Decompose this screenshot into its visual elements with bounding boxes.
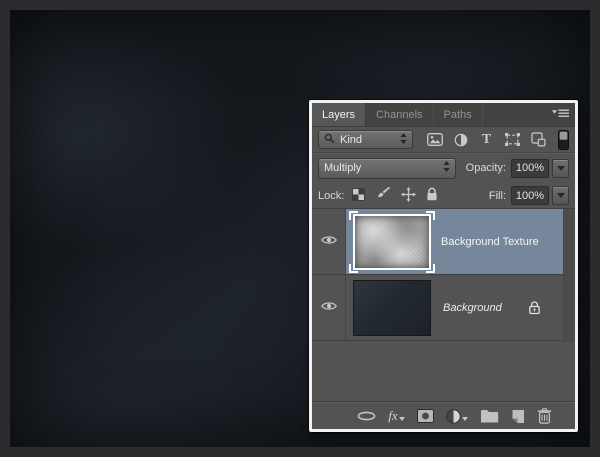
blend-mode-select[interactable]: Multiply	[318, 158, 456, 179]
layers-list: Background Texture Background	[312, 209, 575, 401]
fill-value-field[interactable]: 100%	[511, 186, 549, 205]
texture-thumbnail-image	[353, 214, 431, 270]
smart-objects-filter-icon[interactable]	[530, 132, 547, 147]
filter-row: Kind T	[312, 127, 575, 153]
filter-kind-value: Kind	[340, 134, 362, 146]
blend-mode-value: Multiply	[324, 162, 361, 174]
fill-dropdown-button[interactable]	[552, 186, 569, 205]
filter-icon-group: T	[426, 132, 547, 147]
new-adjustment-layer-icon[interactable]	[446, 409, 468, 424]
adjustment-layers-filter-icon[interactable]	[452, 133, 469, 147]
add-layer-mask-icon[interactable]	[417, 409, 434, 423]
blend-row: Multiply Opacity: 100%	[312, 153, 575, 183]
layers-panel-toolbar: fx	[312, 401, 575, 430]
opacity-dropdown-button[interactable]	[552, 159, 569, 178]
layer-row-background[interactable]: Background	[312, 275, 563, 341]
lock-all-icon[interactable]	[426, 187, 438, 204]
delete-layer-icon[interactable]	[537, 408, 552, 424]
layer-row-background-texture[interactable]: Background Texture	[312, 209, 563, 275]
search-icon	[324, 133, 335, 147]
caret-down-icon	[399, 417, 405, 421]
type-layers-filter-icon[interactable]: T	[478, 133, 495, 147]
eye-icon	[321, 235, 337, 248]
new-layer-icon[interactable]	[511, 409, 525, 424]
updown-arrows-icon	[400, 133, 407, 147]
link-layers-icon[interactable]	[357, 411, 376, 421]
lock-row: Lock: Fill: 100%	[312, 183, 575, 209]
panel-tab-bar: Layers Channels Paths	[312, 103, 575, 127]
filter-kind-select[interactable]: Kind	[318, 130, 413, 149]
panel-menu-button[interactable]	[546, 103, 575, 126]
shape-layers-filter-icon[interactable]	[504, 133, 521, 146]
layer-row-body[interactable]: Background	[346, 275, 563, 340]
tab-spacer	[483, 103, 546, 126]
caret-down-icon	[462, 417, 468, 421]
lock-image-pixels-icon[interactable]	[375, 187, 391, 204]
lock-icon-group	[352, 187, 438, 205]
visibility-toggle[interactable]	[312, 209, 346, 274]
layer-name[interactable]: Background Texture	[441, 236, 539, 248]
panel-menu-icon	[552, 109, 569, 121]
opacity-label: Opacity:	[466, 162, 506, 174]
lock-position-icon[interactable]	[401, 187, 416, 205]
fill-value: 100%	[516, 190, 544, 202]
locked-layer-lock-icon	[528, 300, 541, 315]
layer-row-body[interactable]: Background Texture	[346, 209, 563, 274]
screenshot-root: Layers Channels Paths Kind	[0, 0, 600, 457]
caret-down-icon	[557, 193, 565, 198]
lock-transparent-pixels-icon[interactable]	[352, 188, 365, 204]
background-thumbnail-image[interactable]	[353, 280, 431, 336]
tab-layers[interactable]: Layers	[312, 103, 366, 126]
updown-arrows-icon	[443, 161, 450, 175]
tab-channels[interactable]: Channels	[366, 103, 433, 126]
layers-panel: Layers Channels Paths Kind	[309, 100, 578, 432]
opacity-value-field[interactable]: 100%	[511, 159, 549, 178]
layer-filtering-toggle[interactable]	[558, 130, 569, 150]
visibility-toggle[interactable]	[312, 275, 346, 340]
opacity-value: 100%	[516, 162, 544, 174]
layer-thumbnail-selected[interactable]	[349, 211, 435, 273]
fill-label: Fill:	[489, 190, 506, 202]
scrollbar-gutter[interactable]	[563, 209, 575, 342]
layer-name[interactable]: Background	[443, 302, 502, 314]
lock-label: Lock:	[318, 190, 344, 202]
new-group-icon[interactable]	[480, 409, 499, 423]
layer-style-icon[interactable]: fx	[388, 408, 404, 424]
pixel-layers-filter-icon[interactable]	[426, 133, 443, 146]
fx-label: fx	[388, 408, 397, 424]
eye-icon	[321, 301, 337, 314]
caret-down-icon	[557, 166, 565, 171]
tab-paths[interactable]: Paths	[434, 103, 483, 126]
